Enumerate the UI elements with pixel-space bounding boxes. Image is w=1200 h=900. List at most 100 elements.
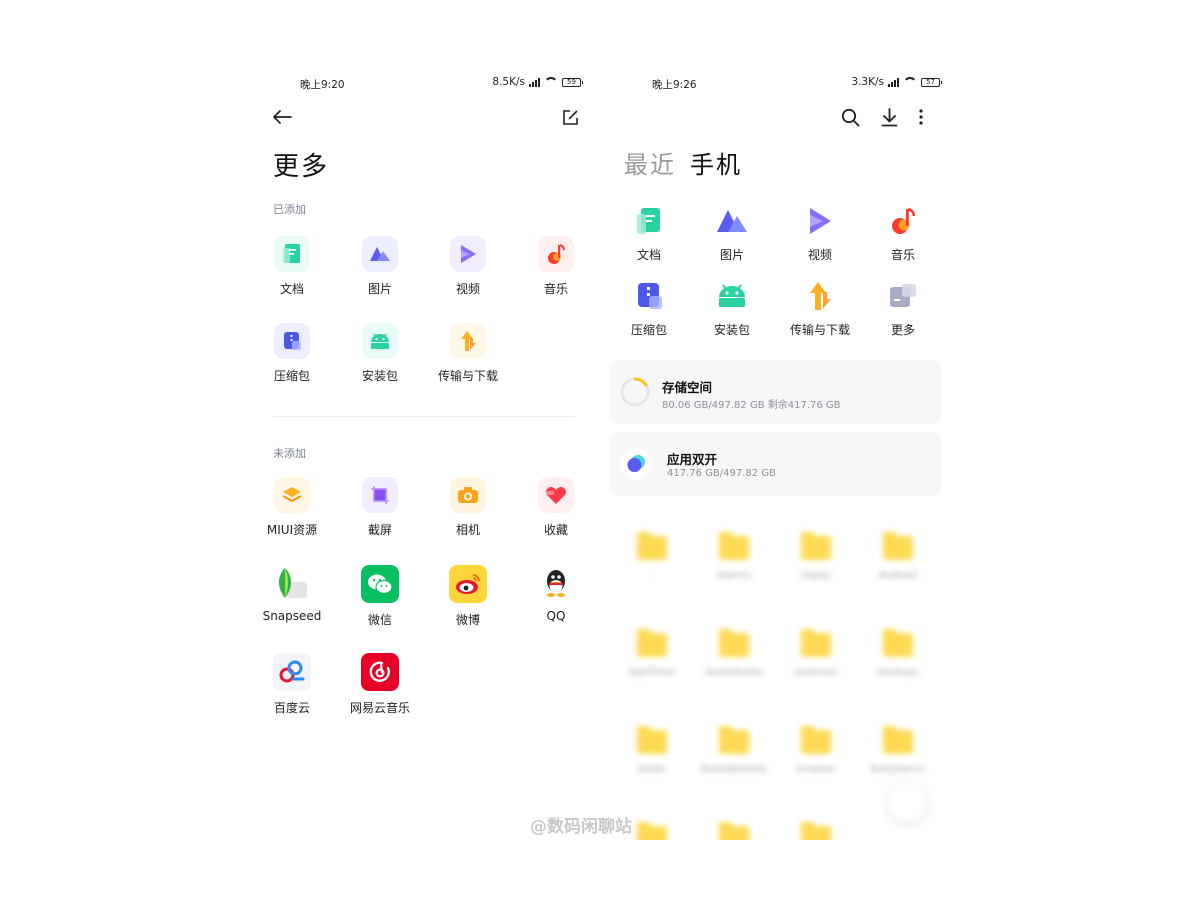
screenshot-icon <box>362 477 398 513</box>
app-weibo[interactable]: 微博 <box>424 565 512 628</box>
android-icon <box>715 279 749 313</box>
tab-recent[interactable]: 最近 <box>624 151 676 179</box>
baidu-cloud-icon <box>273 653 311 691</box>
folder-item[interactable]: AppTimer <box>611 629 693 678</box>
back-arrow-icon[interactable] <box>270 105 294 129</box>
folder-item[interactable]: Alarms <box>693 532 775 581</box>
app-label: 文档 <box>279 282 304 296</box>
more-options-icon[interactable] <box>909 105 933 129</box>
app-camera[interactable]: 相机 <box>424 477 512 538</box>
transfer-icon <box>450 323 486 359</box>
signal-icon <box>529 77 540 87</box>
app-snapseed[interactable]: Snapseed <box>258 565 336 623</box>
folder-item[interactable]: Audiobooks <box>693 629 775 678</box>
transfer-icon <box>803 279 837 313</box>
status-time: 晚上9:26 <box>652 79 697 91</box>
battery-icon: 59 <box>562 77 583 87</box>
app-label: 图片 <box>367 282 392 296</box>
folder-name: AppTimer <box>627 667 677 678</box>
battery-icon: 57 <box>921 77 942 87</box>
dual-app-detail: 417.76 GB/497.82 GB <box>667 468 776 479</box>
folder-grid: · Alarms alipay Android AppTimer Audiobo… <box>605 520 950 840</box>
app-label: MIUI资源 <box>266 523 318 537</box>
app-wechat[interactable]: 微信 <box>336 565 424 628</box>
app-documents[interactable]: 文档 <box>258 236 336 297</box>
app-label: 微博 <box>455 613 480 627</box>
category-label: 传输与下载 <box>789 323 850 337</box>
app-qq[interactable]: QQ <box>512 565 600 623</box>
app-pictures[interactable]: 图片 <box>336 236 424 297</box>
weibo-watermark: @数码闲聊站 <box>530 817 632 837</box>
folder-item[interactable]: · <box>611 532 693 581</box>
folder-item[interactable]: BaiduNetdisk <box>693 726 775 775</box>
folder-icon <box>801 726 831 754</box>
folder-item[interactable]: backups <box>857 629 939 678</box>
folder-item[interactable]: Android <box>857 532 939 581</box>
app-archives[interactable]: 压缩包 <box>258 323 336 384</box>
status-icons: 8.5K/s 59 <box>492 76 583 88</box>
floating-action-button[interactable] <box>887 782 927 822</box>
snapseed-icon <box>274 565 310 601</box>
wifi-icon <box>544 77 558 87</box>
app-favorites[interactable]: 收藏 <box>512 477 600 538</box>
folder-item[interactable]: autonavi <box>775 629 857 678</box>
category-archives[interactable]: 压缩包 <box>608 279 690 338</box>
document-icon <box>274 236 310 272</box>
storage-card[interactable]: 存储空间 80.06 GB/497.82 GB 剩余417.76 GB <box>609 360 941 424</box>
app-baidu-cloud[interactable]: 百度云 <box>258 653 336 716</box>
status-icons: 3.3K/s 57 <box>851 76 942 88</box>
folder-name: baidu <box>638 764 666 775</box>
category-apk[interactable]: 安装包 <box>691 279 773 338</box>
folder-item[interactable]: baidu <box>611 726 693 775</box>
category-transfer[interactable]: 传输与下载 <box>779 279 861 338</box>
network-speed: 8.5K/s <box>492 76 525 88</box>
dual-app-card[interactable]: 应用双开 417.76 GB/497.82 GB <box>609 432 941 496</box>
app-miui-resources[interactable]: MIUI资源 <box>258 477 336 538</box>
folder-item[interactable] <box>775 822 857 840</box>
music-icon <box>886 204 920 238</box>
download-icon[interactable] <box>877 105 901 129</box>
folder-name: BaiduNetdisk <box>700 764 768 775</box>
status-bar: 晚上9:20 8.5K/s 59 <box>258 76 603 92</box>
app-apk[interactable]: 安装包 <box>336 323 424 384</box>
app-netease-music[interactable]: 网易云音乐 <box>336 653 424 716</box>
folder-name: autonavi <box>794 667 838 678</box>
edit-icon[interactable] <box>558 105 582 129</box>
category-videos[interactable]: 视频 <box>779 204 861 263</box>
tab-phone[interactable]: 手机 <box>690 151 742 179</box>
category-label: 安装包 <box>713 323 750 337</box>
weibo-icon <box>449 565 487 603</box>
category-documents[interactable]: 文档 <box>608 204 690 263</box>
folder-item[interactable]: alipay <box>775 532 857 581</box>
android-icon <box>362 323 398 359</box>
status-time: 晚上9:20 <box>300 79 345 91</box>
app-label: 截屏 <box>367 523 392 537</box>
app-videos[interactable]: 视频 <box>424 236 512 297</box>
category-label: 视频 <box>807 248 832 262</box>
folder-icon <box>637 629 667 657</box>
app-music[interactable]: 音乐 <box>512 236 600 297</box>
folder-name: backups <box>877 667 919 678</box>
wifi-icon <box>903 77 917 87</box>
folder-icon <box>719 629 749 657</box>
app-screenshots[interactable]: 截屏 <box>336 477 424 538</box>
category-music[interactable]: 音乐 <box>862 204 944 263</box>
section-divider <box>273 416 575 417</box>
folder-name: Alarms <box>716 570 752 581</box>
folder-item[interactable]: browser <box>775 726 857 775</box>
app-label: 音乐 <box>543 282 568 296</box>
storage-ring-icon <box>620 377 650 407</box>
folder-icon <box>719 532 749 560</box>
folder-name: Android <box>878 570 918 581</box>
folder-icon <box>637 822 667 840</box>
app-transfer[interactable]: 传输与下载 <box>424 323 512 384</box>
app-label: 微信 <box>367 613 392 627</box>
tab-bar: 最近 手机 <box>624 145 742 180</box>
category-more[interactable]: 更多 <box>862 279 944 338</box>
category-pictures[interactable]: 图片 <box>691 204 773 263</box>
folder-name: browser <box>795 764 836 775</box>
favorite-icon <box>538 477 574 513</box>
folder-item[interactable] <box>693 822 775 840</box>
folder-item[interactable]: ByteDance <box>857 726 939 775</box>
search-icon[interactable] <box>838 105 862 129</box>
